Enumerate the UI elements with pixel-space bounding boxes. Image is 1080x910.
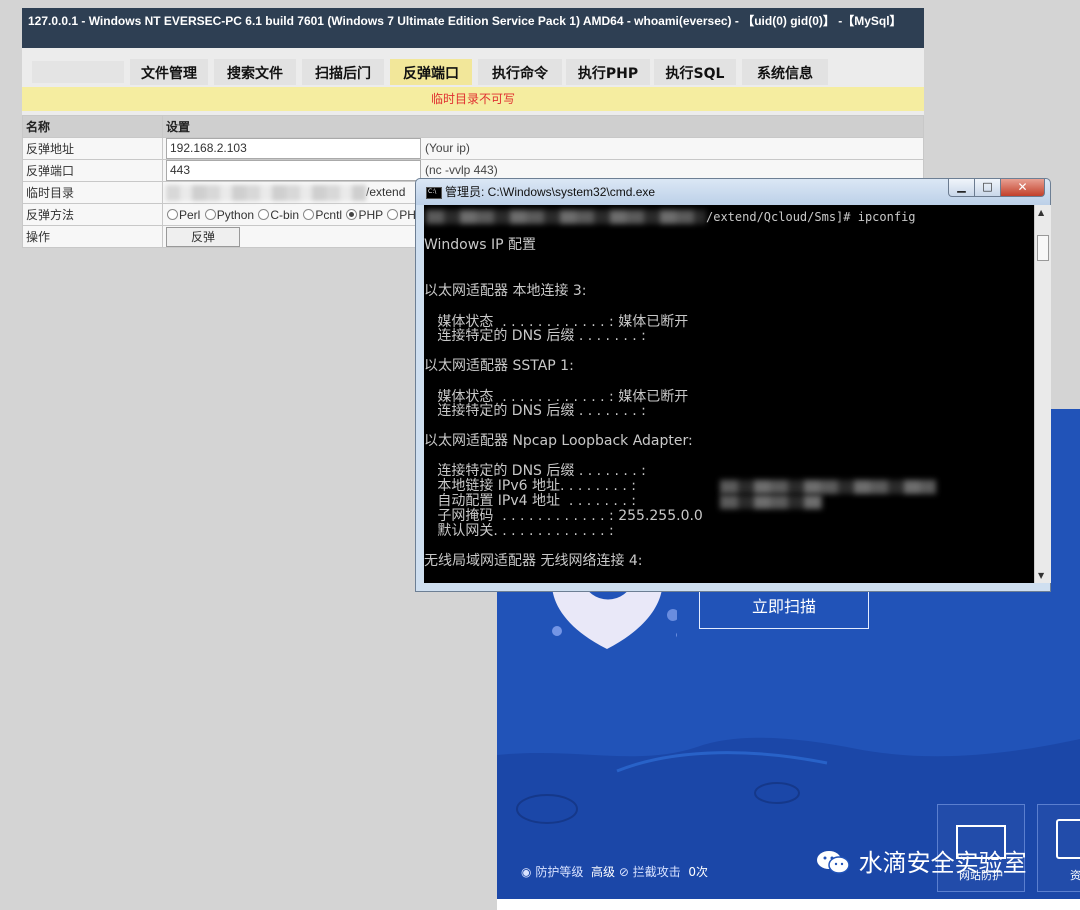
radio-cbin[interactable] (258, 208, 270, 220)
tab-exec-sql[interactable]: 执行SQL (654, 59, 736, 85)
tab-exec-command[interactable]: 执行命令 (478, 59, 562, 85)
output-line: 媒体状态 . . . . . . . . . . . . : 媒体已断开 (424, 389, 689, 405)
output-line: 无线局域网适配器 无线网络连接 4: (424, 553, 643, 569)
maximize-icon: □ (982, 180, 993, 193)
reverse-address-input[interactable]: 192.168.2.103 (166, 138, 421, 159)
tab-bar: 文件管理 搜索文件 扫描后门 反弹端口 执行命令 执行PHP 执行SQL 系统信… (22, 56, 924, 86)
protection-status-bar: ◉ 防护等级 高级 ⊘ 拦截攻击 0次 (521, 863, 708, 883)
output-line: 媒体状态 . . . . . . . . . . . . : 媒体已断开 (424, 314, 689, 330)
redacted-path (166, 184, 366, 201)
col-name: 名称 (22, 115, 163, 138)
tmp-label: 临时目录 (22, 181, 163, 204)
output-line: Windows IP 配置 (424, 237, 536, 253)
table-row: 反弹地址 192.168.2.103 (Your ip) (22, 137, 924, 160)
output-line: 默认网关. . . . . . . . . . . . . : (424, 523, 614, 539)
output-line: 连接特定的 DNS 后缀 . . . . . . . : (424, 463, 646, 479)
output-line: 以太网适配器 SSTAP 1: (424, 358, 574, 374)
radio-python[interactable] (204, 208, 216, 220)
block-icon: ⊘ (618, 865, 629, 879)
col-setting: 设置 (162, 115, 924, 138)
port-label: 反弹端口 (22, 159, 163, 182)
shell-title: 127.0.0.1 - Windows NT EVERSEC-PC 6.1 bu… (22, 8, 924, 48)
radio-python-label: Python (216, 207, 255, 222)
op-label: 操作 (22, 225, 163, 248)
cmd-titlebar[interactable]: 管理员: C:\Windows\system32\cmd.exe ▁ □ ✕ (416, 179, 1050, 205)
shield-small-icon: ◉ (521, 865, 532, 879)
prompt-line: /extend/Qcloud/Sms]# ipconfig (706, 210, 916, 224)
radio-php-label: PHP (358, 207, 383, 222)
watermark-text: 水滴安全实验室 (858, 849, 1027, 877)
minimize-icon: ▁ (957, 180, 966, 193)
reverse-button[interactable]: 反弹 (166, 226, 240, 247)
output-line: 连接特定的 DNS 后缀 . . . . . . . : (424, 328, 646, 344)
tab-reverse-port[interactable]: 反弹端口 (390, 59, 472, 85)
folder-icon (1056, 819, 1080, 859)
output-line: 以太网适配器 本地连接 3: (424, 283, 587, 299)
output-line: 自动配置 IPv4 地址 . . . . . . . : (424, 493, 636, 509)
radio-cbin-label: C-bin (270, 207, 300, 222)
table-header-row: 名称 设置 (22, 115, 924, 138)
tab-exec-php[interactable]: 执行PHP (566, 59, 650, 85)
tab-search-file[interactable]: 搜索文件 (214, 59, 296, 85)
output-line: 以太网适配器 Npcap Loopback Adapter: (424, 433, 693, 449)
output-line: 本地链接 IPv6 地址. . . . . . . . : (424, 478, 636, 494)
tab-spacer (32, 61, 124, 83)
output-line: 子网掩码 . . . . . . . . . . . . : 255.255.0… (424, 508, 703, 524)
port-hint: (nc -vvlp 443) (425, 162, 498, 177)
cmd-output[interactable]: /extend/Qcloud/Sms]# ipconfig Windows IP… (424, 205, 1034, 583)
scroll-thumb[interactable] (1037, 235, 1049, 261)
tab-scan-backdoor[interactable]: 扫描后门 (302, 59, 384, 85)
tab-file-manager[interactable]: 文件管理 (130, 59, 208, 85)
redacted-prompt (426, 210, 706, 224)
tmp-path-suffix[interactable]: /extend (366, 185, 405, 199)
radio-ph[interactable] (387, 208, 399, 220)
app-bottom-strip (497, 899, 1080, 910)
cmd-window: 管理员: C:\Windows\system32\cmd.exe ▁ □ ✕ /… (415, 178, 1051, 592)
protect-level-label: 防护等级 (535, 865, 584, 879)
addr-label: 反弹地址 (22, 137, 163, 160)
scroll-down-icon[interactable]: ▼ (1038, 571, 1044, 580)
minimize-button[interactable]: ▁ (948, 179, 975, 197)
notice-bar: 临时目录不可写 (22, 87, 924, 111)
wechat-icon (817, 851, 850, 874)
radio-ph-label: PH (399, 207, 416, 222)
maximize-button[interactable]: □ (974, 179, 1001, 197)
radio-php[interactable] (346, 208, 358, 220)
redacted-ipv4 (720, 495, 822, 509)
scroll-up-icon[interactable]: ▲ (1038, 208, 1044, 217)
wechat-watermark: 水滴安全实验室 (815, 843, 1027, 878)
tab-system-info[interactable]: 系统信息 (742, 59, 828, 85)
cmd-icon (426, 187, 442, 199)
resource-label: 资源 (1070, 869, 1080, 882)
method-label: 反弹方法 (22, 203, 163, 226)
close-icon: ✕ (1017, 180, 1028, 194)
block-attack-label: 拦截攻击 (632, 865, 681, 879)
radio-pcntl[interactable] (303, 208, 315, 220)
cmd-scrollbar[interactable]: ▲ ▼ (1034, 205, 1051, 583)
output-line: 连接特定的 DNS 后缀 . . . . . . . : (424, 403, 646, 419)
addr-hint: (Your ip) (425, 140, 470, 155)
radio-perl[interactable] (167, 208, 178, 220)
redacted-ipv6 (720, 480, 936, 494)
close-button[interactable]: ✕ (1000, 179, 1045, 197)
radio-perl-label: Perl (179, 207, 201, 222)
cmd-title: 管理员: C:\Windows\system32\cmd.exe (445, 185, 656, 199)
radio-pcntl-label: Pcntl (315, 207, 343, 222)
resource-button[interactable]: 资源 (1037, 804, 1080, 892)
reverse-port-input[interactable]: 443 (166, 160, 421, 181)
protect-level-value: 高级 (590, 865, 615, 879)
block-attack-count: 0次 (688, 865, 708, 879)
